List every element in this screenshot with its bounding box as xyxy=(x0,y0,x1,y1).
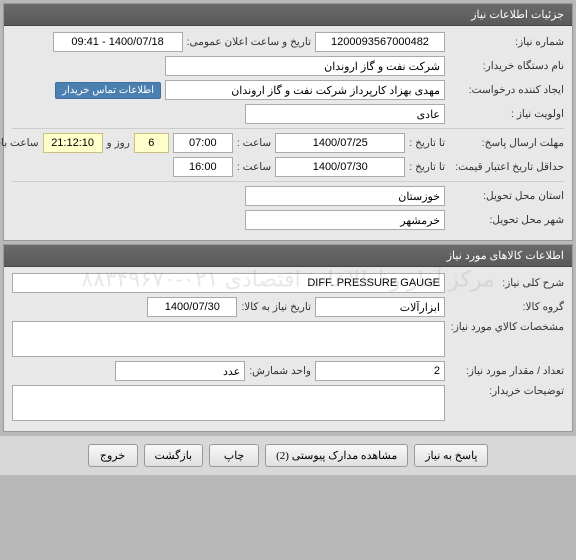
announce-label: تاریخ و ساعت اعلان عمومی: xyxy=(187,36,311,48)
need-details-panel: جزئیات اطلاعات نیاز شماره نیاز: تاریخ و … xyxy=(3,3,573,241)
province-field[interactable] xyxy=(245,186,445,206)
city-field[interactable] xyxy=(245,210,445,230)
time-label-2: ساعت : xyxy=(237,161,271,173)
qty-field[interactable] xyxy=(315,361,445,381)
panel1-body: شماره نیاز: تاریخ و ساعت اعلان عمومی: نا… xyxy=(4,26,572,240)
contact-buyer-button[interactable]: اطلاعات تماس خریدار xyxy=(55,82,161,99)
days-label: روز و xyxy=(107,137,130,149)
group-label: گروه کالا: xyxy=(449,301,564,313)
exit-button[interactable]: خروج xyxy=(88,444,138,467)
buyer-field[interactable] xyxy=(165,56,445,76)
validity-label: حداقل تاریخ اعتبار قیمت: xyxy=(449,161,564,173)
panel2-title: اطلاعات کالاهای مورد نیاز xyxy=(4,245,572,267)
attachments-button[interactable]: مشاهده مدارک پیوستی (2) xyxy=(265,444,408,467)
desc-field[interactable] xyxy=(12,273,445,293)
till-date-label: تا تاریخ : xyxy=(409,137,445,149)
unit-label: واحد شمارش: xyxy=(249,365,311,377)
need-number-field[interactable] xyxy=(315,32,445,52)
announce-field[interactable] xyxy=(53,32,183,52)
time-remaining-field xyxy=(43,133,103,153)
deadline-label: مهلت ارسال پاسخ: xyxy=(449,137,564,149)
footer-toolbar: پاسخ به نیاز مشاهده مدارک پیوستی (2) چاپ… xyxy=(0,435,576,475)
spec-label: مشخصات كالاي مورد نیاز: xyxy=(449,321,564,333)
need-date-field[interactable] xyxy=(147,297,237,317)
deadline-date-field[interactable] xyxy=(275,133,405,153)
group-field[interactable] xyxy=(315,297,445,317)
province-label: استان محل تحویل: xyxy=(449,190,564,202)
back-button[interactable]: بازگشت xyxy=(144,444,204,467)
validity-time-field[interactable] xyxy=(173,157,233,177)
priority-label: اولویت نیاز : xyxy=(449,108,564,120)
desc-label: شرح کلی نیاز: xyxy=(449,277,564,289)
buyer-note-textarea[interactable] xyxy=(12,385,445,421)
deadline-time-field[interactable] xyxy=(173,133,233,153)
remain-label: ساعت باقی مانده xyxy=(0,137,39,149)
creator-label: ایجاد کننده درخواست: xyxy=(449,84,564,96)
qty-label: تعداد / مقدار مورد نیاز: xyxy=(449,365,564,377)
priority-field[interactable] xyxy=(245,104,445,124)
spec-textarea[interactable] xyxy=(12,321,445,357)
need-date-label: تاریخ نیاز به کالا: xyxy=(241,301,311,313)
unit-field[interactable] xyxy=(115,361,245,381)
validity-date-field[interactable] xyxy=(275,157,405,177)
till-date-label-2: تا تاریخ : xyxy=(409,161,445,173)
print-button[interactable]: چاپ xyxy=(209,444,259,467)
creator-field[interactable] xyxy=(165,80,445,100)
days-remaining-field xyxy=(134,133,169,153)
buyer-note-label: توضیحات خریدار: xyxy=(449,385,564,397)
time-label-1: ساعت : xyxy=(237,137,271,149)
respond-button[interactable]: پاسخ به نیاز xyxy=(414,444,488,467)
goods-info-panel: اطلاعات کالاهای مورد نیاز شرح کلی نیاز: … xyxy=(3,244,573,432)
panel1-title: جزئیات اطلاعات نیاز xyxy=(4,4,572,26)
panel2-body: شرح کلی نیاز: گروه کالا: تاریخ نیاز به ک… xyxy=(4,267,572,431)
buyer-label: نام دستگاه خریدار: xyxy=(449,60,564,72)
need-number-label: شماره نیاز: xyxy=(449,36,564,48)
city-label: شهر محل تحویل: xyxy=(449,214,564,226)
